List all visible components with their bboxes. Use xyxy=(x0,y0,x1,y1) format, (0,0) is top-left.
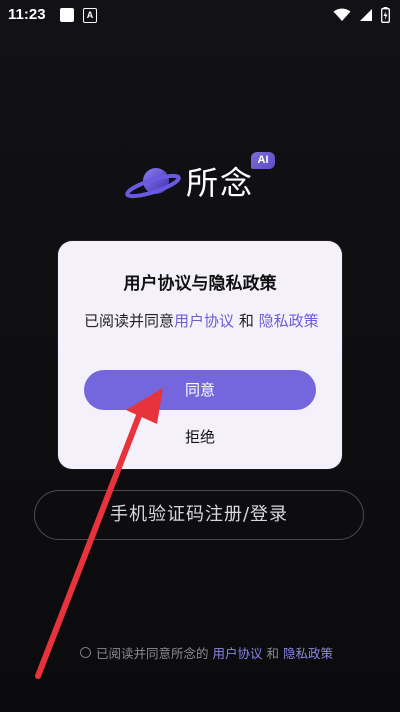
agree-button[interactable]: 同意 xyxy=(84,370,316,410)
dialog-user-agreement-link[interactable]: 用户协议 xyxy=(174,312,234,330)
app-logo: 所念 AI xyxy=(124,150,284,210)
ai-badge: AI xyxy=(251,152,275,169)
app-screen: 11:23 A 所念 AI 手机验证码注册/登录 已阅读并同意所念的 用户协议 xyxy=(0,0,400,712)
reject-button[interactable]: 拒绝 xyxy=(150,425,250,449)
signal-icon xyxy=(360,9,372,21)
status-icons xyxy=(333,7,390,23)
planet-icon xyxy=(125,168,181,199)
privacy-policy-link[interactable]: 隐私政策 xyxy=(283,643,333,662)
app-name: 所念 xyxy=(186,164,255,202)
agreement-and: 和 xyxy=(266,645,280,661)
app-notification-icon: A xyxy=(83,8,97,23)
agreement-text: 已阅读并同意所念的 xyxy=(96,645,209,661)
battery-icon xyxy=(381,7,390,23)
agreement-row: 已阅读并同意所念的 用户协议 和 隐私政策 xyxy=(80,643,333,661)
status-time: 11:23 xyxy=(8,6,46,23)
dialog-body: 已阅读并同意用户协议 和 隐私政策 xyxy=(84,309,320,333)
status-bar: 11:23 A xyxy=(0,0,400,30)
dialog-and: 和 xyxy=(238,312,254,330)
user-agreement-link[interactable]: 用户协议 xyxy=(213,643,263,662)
privacy-dialog: 用户协议与隐私政策 已阅读并同意用户协议 和 隐私政策 同意 拒绝 xyxy=(58,241,342,469)
dialog-privacy-policy-link[interactable]: 隐私政策 xyxy=(259,312,319,330)
dialog-title: 用户协议与隐私政策 xyxy=(123,274,277,294)
phone-login-button[interactable]: 手机验证码注册/登录 xyxy=(34,490,364,540)
dialog-body-prefix: 已阅读并同意 xyxy=(84,312,175,330)
wifi-icon xyxy=(333,8,351,21)
notification-icon xyxy=(60,8,74,22)
agreement-radio[interactable] xyxy=(80,646,91,658)
